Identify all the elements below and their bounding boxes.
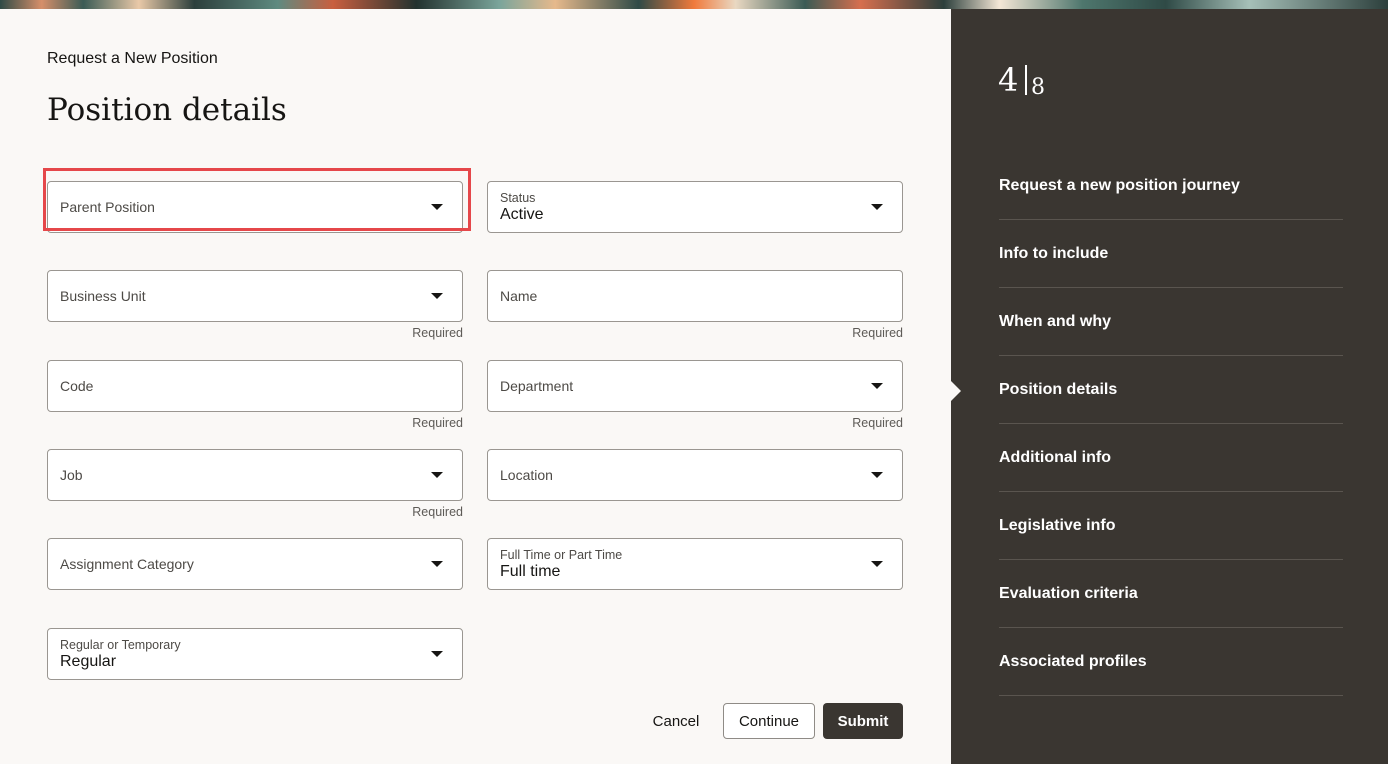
assignment-category-select[interactable]: Assignment Category [47,538,463,590]
nav-item-info-to-include[interactable]: Info to include [999,220,1343,288]
regular-temporary-select[interactable]: Regular or Temporary Regular [47,628,463,680]
job-required: Required [412,505,463,519]
status-select[interactable]: Status Active [487,181,903,233]
business-unit-required: Required [412,326,463,340]
status-value: Active [500,206,544,223]
continue-button[interactable]: Continue [723,703,815,739]
nav-item-position-details[interactable]: Position details [999,356,1343,424]
department-required: Required [852,416,903,430]
regular-temporary-value: Regular [60,653,117,670]
chevron-down-icon[interactable] [431,561,443,567]
department-label: Department [500,378,574,394]
job-select[interactable]: Job [47,449,463,501]
nav-item-additional-info[interactable]: Additional info [999,424,1343,492]
chevron-down-icon[interactable] [431,204,443,210]
cancel-button[interactable]: Cancel [641,703,711,739]
status-label: Status [500,191,536,205]
page-pretitle: Request a New Position [47,50,218,67]
name-required: Required [852,326,903,340]
nav-item-legislative-info[interactable]: Legislative info [999,492,1343,560]
chevron-down-icon[interactable] [871,204,883,210]
chevron-down-icon[interactable] [871,472,883,478]
name-label: Name [500,288,538,304]
code-required: Required [412,416,463,430]
progress-sidebar: 4 8 Request a new position journey Info … [951,9,1388,764]
nav-item-when-and-why[interactable]: When and why [999,288,1343,356]
name-field[interactable]: Name [487,270,903,322]
code-label: Code [60,378,94,394]
submit-button[interactable]: Submit [823,703,903,739]
department-select[interactable]: Department [487,360,903,412]
page-title: Position details [47,92,287,128]
assignment-category-label: Assignment Category [60,556,194,572]
nav-item-evaluation-criteria[interactable]: Evaluation criteria [999,560,1343,628]
business-unit-label: Business Unit [60,288,146,304]
journey-steps-nav: Request a new position journey Info to i… [999,152,1343,696]
business-unit-select[interactable]: Business Unit [47,270,463,322]
chevron-down-icon[interactable] [871,383,883,389]
active-step-pointer [951,381,961,401]
total-steps: 8 [1031,75,1045,100]
regular-temporary-label: Regular or Temporary [60,638,181,652]
chevron-down-icon[interactable] [431,293,443,299]
location-select[interactable]: Location [487,449,903,501]
full-part-time-value: Full time [500,563,561,580]
parent-position-select[interactable]: Parent Position [47,181,463,233]
nav-item-request-journey[interactable]: Request a new position journey [999,152,1343,220]
code-field[interactable]: Code [47,360,463,412]
chevron-down-icon[interactable] [871,561,883,567]
full-part-time-label: Full Time or Part Time [500,548,623,562]
parent-position-label: Parent Position [60,199,155,215]
location-label: Location [500,467,553,483]
current-step: 4 [998,61,1019,99]
job-label: Job [60,467,83,483]
decorative-banner [0,0,1388,9]
step-divider [1025,65,1027,95]
chevron-down-icon[interactable] [431,472,443,478]
nav-item-associated-profiles[interactable]: Associated profiles [999,628,1343,696]
full-part-time-select[interactable]: Full Time or Part Time Full time [487,538,903,590]
chevron-down-icon[interactable] [431,651,443,657]
